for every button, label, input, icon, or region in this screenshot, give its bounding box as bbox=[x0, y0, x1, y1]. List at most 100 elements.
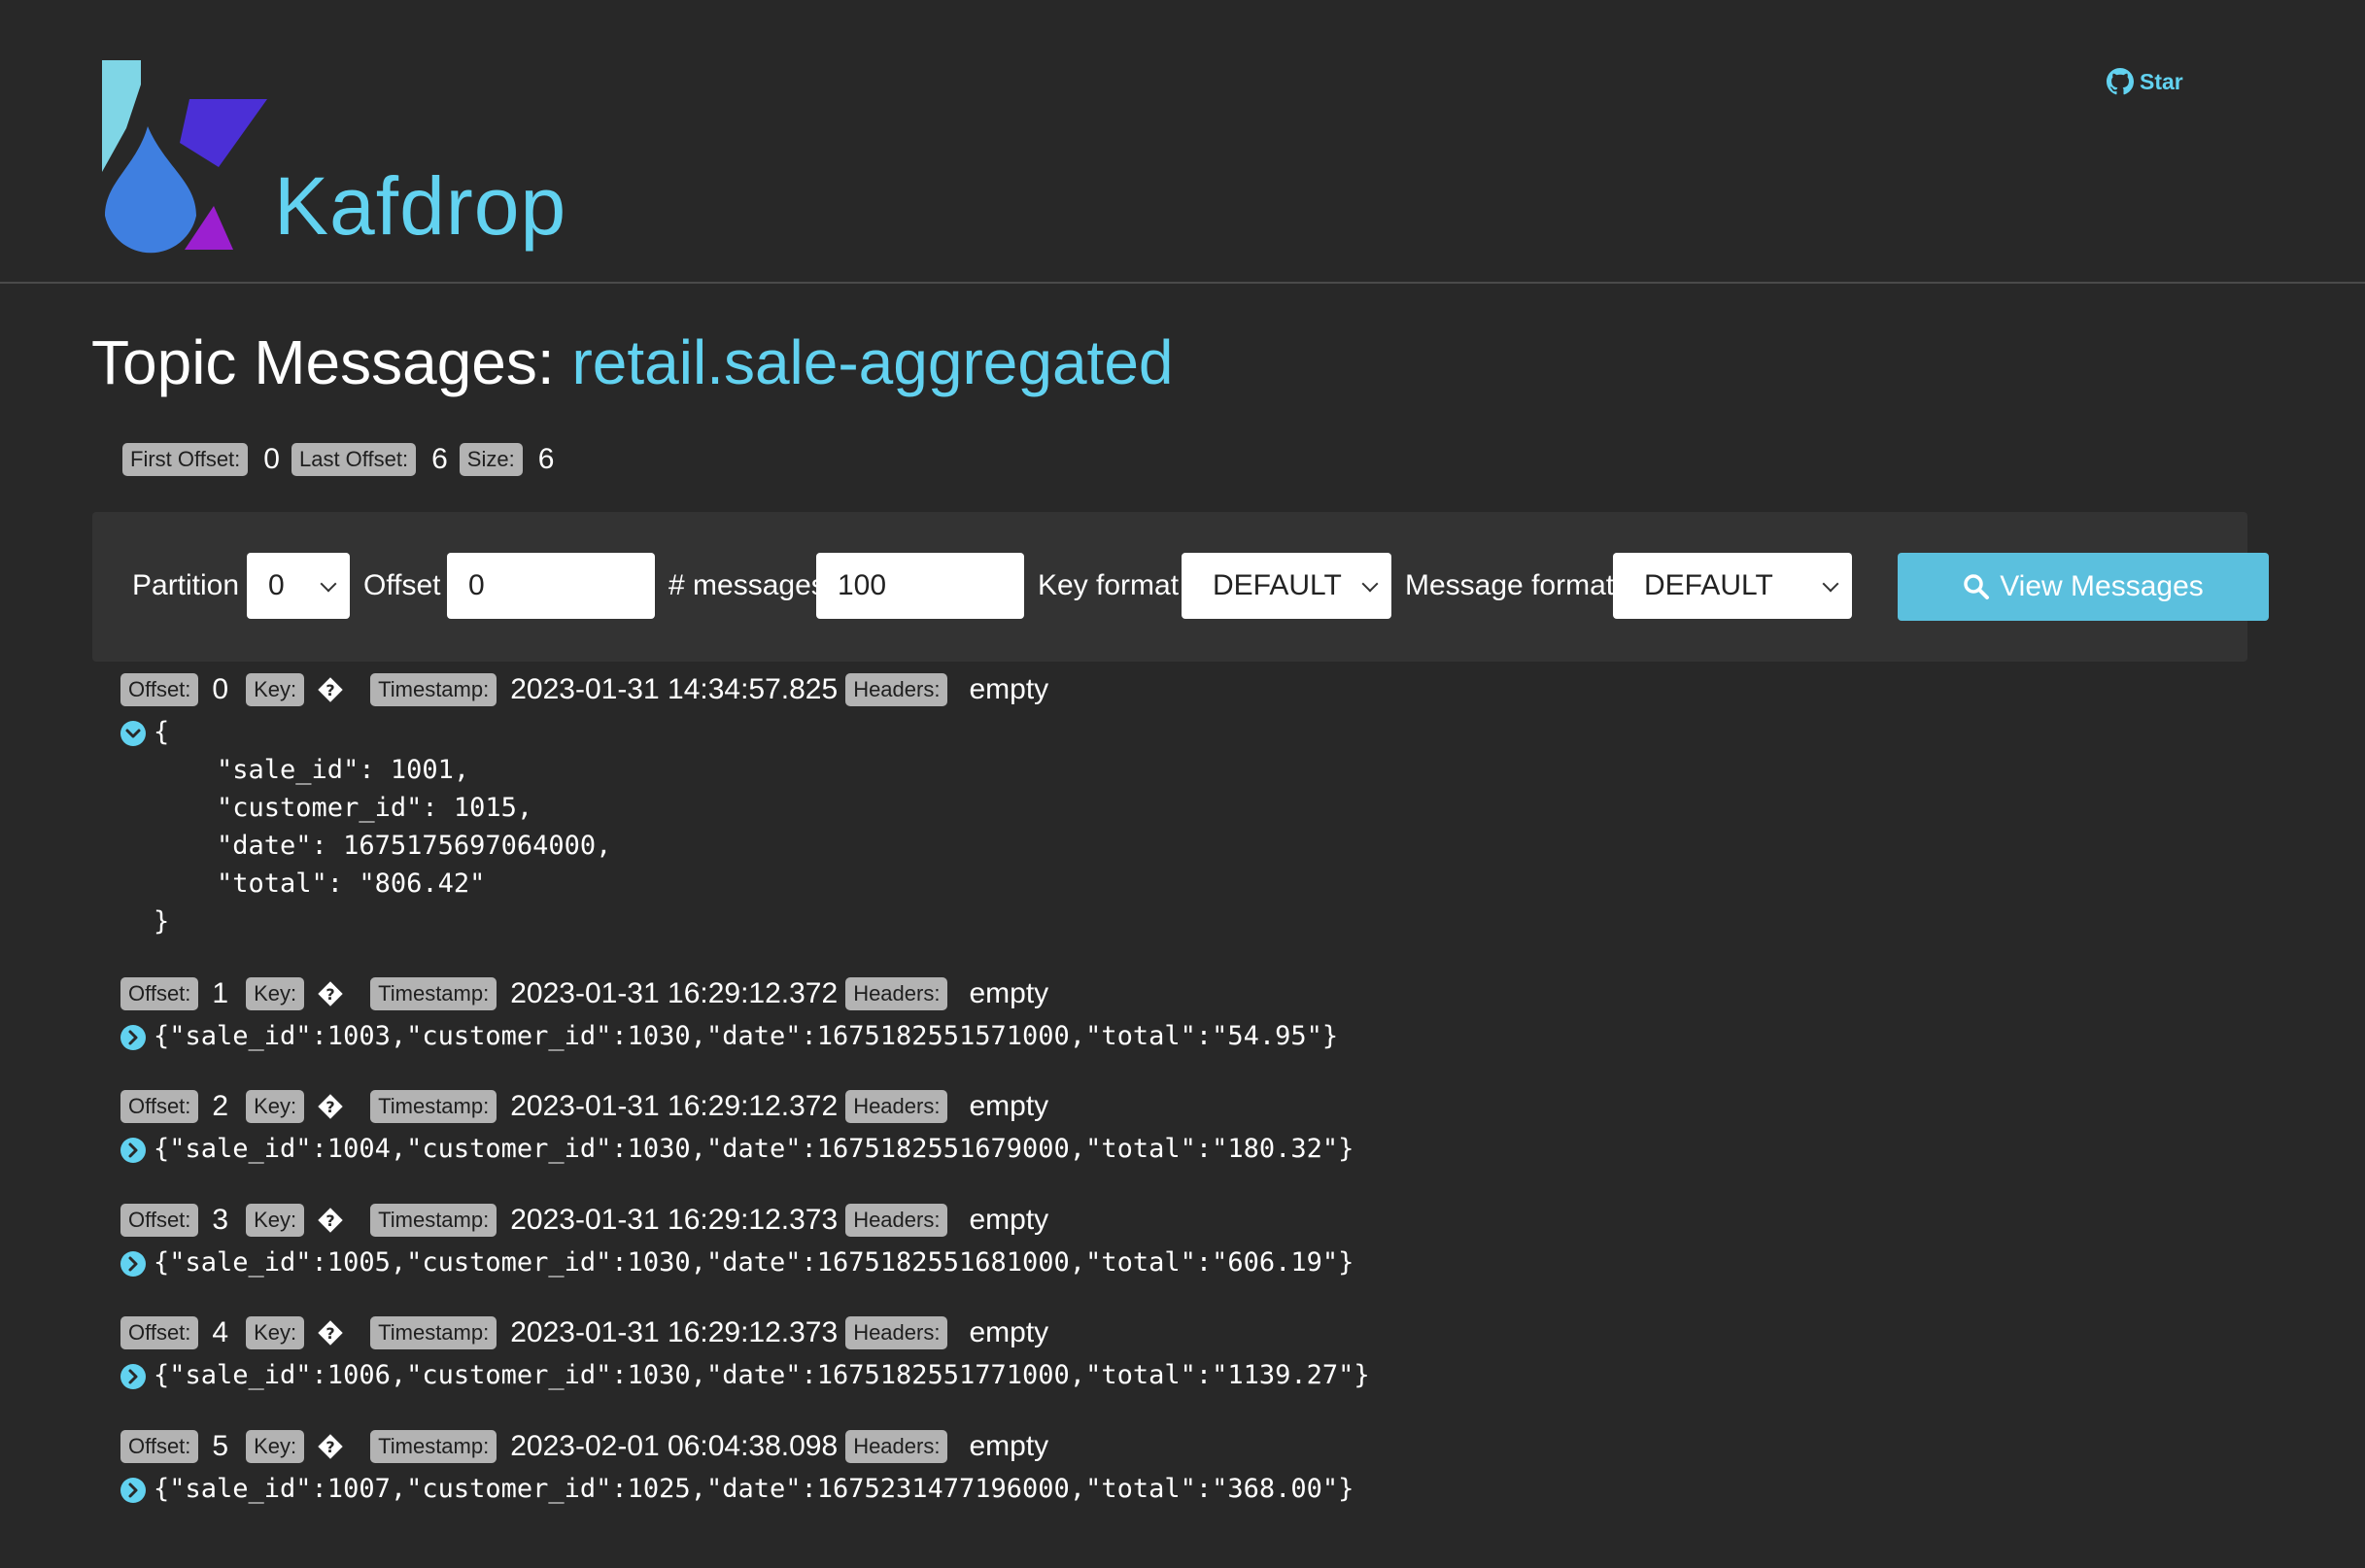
headers-badge: Headers: bbox=[845, 1316, 948, 1349]
first-offset-badge: First Offset: bbox=[122, 443, 249, 476]
timestamp-badge: Timestamp: bbox=[370, 1090, 497, 1123]
messages-count-label: # messages bbox=[668, 569, 826, 601]
message-item: Offset: 1 Key:? Timestamp: 2023-01-31 16:29:… bbox=[120, 974, 1338, 1055]
headers-badge: Headers: bbox=[845, 673, 948, 706]
svg-text:?: ? bbox=[326, 1438, 334, 1456]
message-header: Offset: 2 Key:? Timestamp: 2023-01-31 16:29:… bbox=[120, 1087, 1354, 1126]
github-icon bbox=[2107, 68, 2134, 95]
offset-badge: Offset: bbox=[120, 1204, 199, 1237]
unknown-key-icon: ? bbox=[318, 1434, 343, 1459]
timestamp-value: 2023-01-31 16:29:12.372 bbox=[510, 1090, 839, 1122]
unknown-key-icon: ? bbox=[318, 1094, 343, 1119]
headers-value: empty bbox=[969, 673, 1049, 705]
offset-value: 4 bbox=[212, 1316, 229, 1348]
offset-badge: Offset: bbox=[120, 977, 199, 1010]
offset-badge: Offset: bbox=[120, 1090, 199, 1123]
timestamp-badge: Timestamp: bbox=[370, 977, 497, 1010]
svg-text:?: ? bbox=[326, 1098, 334, 1116]
key-badge: Key: bbox=[246, 1430, 305, 1463]
offset-value: 0 bbox=[212, 673, 229, 705]
offset-badge: Offset: bbox=[120, 1316, 199, 1349]
headers-value: empty bbox=[969, 1430, 1049, 1462]
headers-value: empty bbox=[969, 977, 1049, 1009]
offset-value: 3 bbox=[212, 1204, 229, 1236]
collapse-toggle-icon[interactable] bbox=[120, 721, 146, 746]
message-header: Offset: 1 Key:? Timestamp: 2023-01-31 16:29:… bbox=[120, 974, 1338, 1013]
partition-select[interactable]: 0 bbox=[247, 553, 350, 619]
page-title-prefix: Topic Messages: bbox=[91, 327, 572, 397]
star-label: Star bbox=[2140, 68, 2183, 94]
offset-badge: Offset: bbox=[120, 1430, 199, 1463]
headers-badge: Headers: bbox=[845, 1090, 948, 1123]
offset-value: 2 bbox=[212, 1090, 229, 1122]
view-messages-label: View Messages bbox=[2000, 570, 2204, 602]
message-format-label: Message format bbox=[1405, 569, 1615, 601]
kafdrop-logo bbox=[102, 60, 267, 254]
message-item: Offset: 3 Key:? Timestamp: 2023-01-31 16:29:… bbox=[120, 1201, 1354, 1281]
message-header: Offset: 4 Key:? Timestamp: 2023-01-31 16:29:… bbox=[120, 1313, 1370, 1352]
svg-text:?: ? bbox=[326, 985, 334, 1004]
svg-text:?: ? bbox=[326, 1211, 334, 1230]
topic-stats: First Offset: 0 Last Offset: 6 Size: 6 bbox=[122, 443, 566, 476]
timestamp-value: 2023-01-31 16:29:12.373 bbox=[510, 1316, 839, 1348]
message-value: {"sale_id":1007,"customer_id":1025,"date… bbox=[154, 1474, 1354, 1504]
offset-badge: Offset: bbox=[120, 673, 199, 706]
timestamp-badge: Timestamp: bbox=[370, 1316, 497, 1349]
headers-badge: Headers: bbox=[845, 1430, 948, 1463]
headers-value: empty bbox=[969, 1316, 1049, 1348]
expand-toggle-icon[interactable] bbox=[120, 1025, 146, 1050]
offset-label: Offset bbox=[363, 569, 441, 601]
message-body: { "sale_id": 1001, "customer_id": 1015, … bbox=[120, 713, 1048, 940]
message-value: {"sale_id":1005,"customer_id":1030,"date… bbox=[154, 1247, 1354, 1278]
headers-badge: Headers: bbox=[845, 1204, 948, 1237]
key-badge: Key: bbox=[246, 977, 305, 1010]
message-body: {"sale_id":1007,"customer_id":1025,"date… bbox=[120, 1470, 1354, 1508]
message-item: Offset: 0 Key:? Timestamp: 2023-01-31 14:34:… bbox=[120, 670, 1048, 940]
message-item: Offset: 5 Key:? Timestamp: 2023-02-01 06:04:… bbox=[120, 1427, 1354, 1508]
timestamp-value: 2023-01-31 14:34:57.825 bbox=[510, 673, 839, 705]
first-offset-value: 0 bbox=[263, 443, 280, 475]
headers-value: empty bbox=[969, 1204, 1049, 1236]
message-body: {"sale_id":1005,"customer_id":1030,"date… bbox=[120, 1244, 1354, 1281]
partition-label: Partition bbox=[132, 569, 240, 601]
message-value: {"sale_id":1006,"customer_id":1030,"date… bbox=[154, 1360, 1370, 1390]
timestamp-badge: Timestamp: bbox=[370, 1430, 497, 1463]
timestamp-value: 2023-01-31 16:29:12.372 bbox=[510, 977, 839, 1009]
expand-toggle-icon[interactable] bbox=[120, 1478, 146, 1503]
page-title: Topic Messages: retail.sale-aggregated bbox=[91, 328, 1174, 396]
size-value: 6 bbox=[537, 443, 555, 475]
headers-badge: Headers: bbox=[845, 977, 948, 1010]
brand-name: Kafdrop bbox=[274, 160, 567, 252]
message-value: { "sale_id": 1001, "customer_id": 1015, … bbox=[154, 717, 612, 937]
unknown-key-icon: ? bbox=[318, 1320, 343, 1346]
key-badge: Key: bbox=[246, 1316, 305, 1349]
key-badge: Key: bbox=[246, 673, 305, 706]
unknown-key-icon: ? bbox=[318, 1208, 343, 1233]
message-item: Offset: 4 Key:? Timestamp: 2023-01-31 16:29:… bbox=[120, 1313, 1370, 1394]
topic-name: retail.sale-aggregated bbox=[571, 327, 1174, 397]
messages-count-input[interactable]: 100 bbox=[816, 553, 1024, 619]
svg-text:?: ? bbox=[326, 1324, 334, 1343]
expand-toggle-icon[interactable] bbox=[120, 1138, 146, 1163]
message-body: {"sale_id":1006,"customer_id":1030,"date… bbox=[120, 1356, 1370, 1394]
key-badge: Key: bbox=[246, 1090, 305, 1123]
github-star-button[interactable]: Star bbox=[2107, 68, 2183, 95]
message-item: Offset: 2 Key:? Timestamp: 2023-01-31 16:29:… bbox=[120, 1087, 1354, 1168]
expand-toggle-icon[interactable] bbox=[120, 1251, 146, 1277]
message-header: Offset: 5 Key:? Timestamp: 2023-02-01 06:04:… bbox=[120, 1427, 1354, 1466]
offset-value: 1 bbox=[212, 977, 229, 1009]
size-badge: Size: bbox=[459, 443, 523, 476]
header: Kafdrop Star bbox=[0, 0, 2365, 284]
last-offset-badge: Last Offset: bbox=[291, 443, 417, 476]
message-format-select[interactable]: DEFAULT bbox=[1613, 553, 1852, 619]
key-format-select[interactable]: DEFAULT bbox=[1182, 553, 1391, 619]
message-filter-form: Partition 0 Offset 0 # messages 100 Key … bbox=[92, 512, 2269, 662]
message-header: Offset: 0 Key:? Timestamp: 2023-01-31 14:34:… bbox=[120, 670, 1048, 709]
view-messages-button[interactable]: View Messages bbox=[1898, 553, 2269, 621]
message-body: {"sale_id":1003,"customer_id":1030,"date… bbox=[120, 1017, 1338, 1055]
last-offset-value: 6 bbox=[431, 443, 448, 475]
offset-input[interactable]: 0 bbox=[447, 553, 655, 619]
unknown-key-icon: ? bbox=[318, 677, 343, 702]
expand-toggle-icon[interactable] bbox=[120, 1364, 146, 1389]
headers-value: empty bbox=[969, 1090, 1049, 1122]
